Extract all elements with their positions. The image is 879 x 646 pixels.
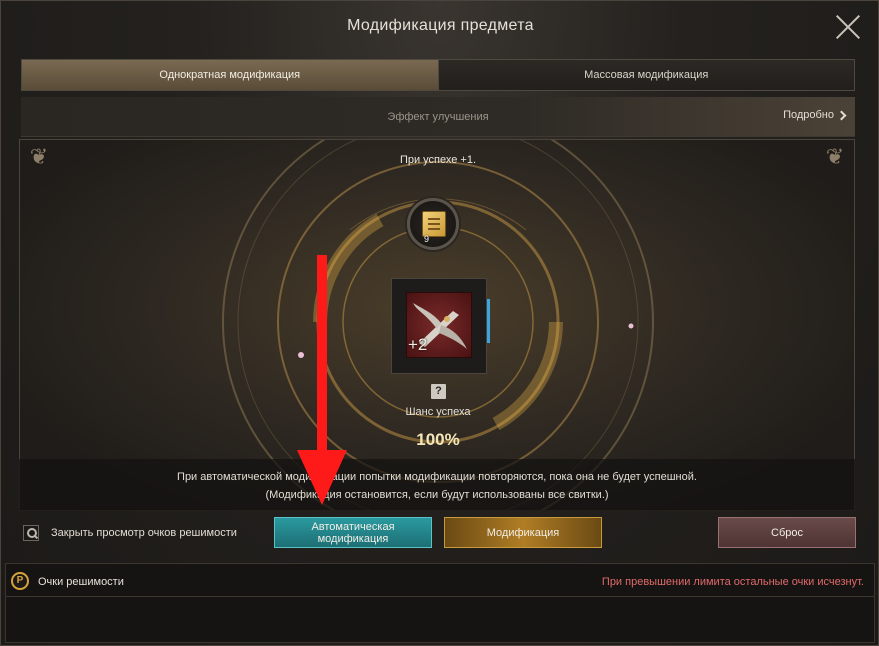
scroll-slot[interactable]: 9	[407, 198, 459, 250]
info-line-2: (Модификация остановится, если будут исп…	[265, 489, 609, 501]
limit-warning: При превышении лимита остальные очки исч…	[601, 576, 864, 588]
view-points-toggle[interactable]	[23, 525, 39, 541]
title-bar: Модификация предмета	[1, 1, 879, 51]
panel-divider	[6, 596, 874, 597]
view-points-toggle-label: Закрыть просмотр очков решимости	[51, 527, 237, 539]
success-chance-value: 100%	[416, 430, 460, 449]
item-slot-indicator	[487, 299, 490, 343]
modification-button[interactable]: Модификация	[444, 517, 602, 548]
auto-modification-button[interactable]: Автоматическая модификация	[274, 517, 432, 548]
tab-mass-modification[interactable]: Массовая модификация	[437, 60, 854, 90]
tab-single-modification[interactable]: Однократная модификация	[22, 60, 438, 90]
item-enhance-level: +2	[408, 335, 428, 354]
success-bonus-text: При успехе +1.	[399, 154, 477, 166]
item-slot[interactable]: +2	[391, 278, 490, 374]
details-link[interactable]: Подробно	[783, 109, 847, 121]
upgrade-effect-bar: Эффект улучшения Подробно	[21, 97, 855, 137]
scroll-count: 9	[424, 234, 430, 244]
resolve-points-label: Очки решимости	[38, 576, 124, 588]
resolve-points-panel: P Очки решимости При превышении лимита о…	[5, 563, 875, 643]
resolve-points-icon: P	[11, 572, 29, 590]
chevron-right-icon	[836, 110, 847, 120]
window-title: Модификация предмета	[347, 17, 534, 34]
close-icon[interactable]	[834, 13, 862, 41]
action-controls: Закрыть просмотр очков решимости Автомат…	[1, 515, 879, 551]
upgrade-effect-label: Эффект улучшения	[387, 111, 489, 123]
modification-window: Модификация предмета Однократная модифик…	[0, 0, 879, 646]
modification-arena: ❦ ❦ При успехе +1. 9 +2 ? Шанс успеха 10…	[19, 139, 855, 511]
details-label: Подробно	[783, 109, 834, 121]
info-line-1: При автоматической модификации попытки м…	[177, 471, 697, 483]
mode-tabs: Однократная модификация Массовая модифик…	[21, 59, 855, 91]
success-chance-label: Шанс успеха	[405, 406, 471, 418]
reset-button[interactable]: Сброс	[718, 517, 856, 548]
help-icon[interactable]: ?	[431, 384, 446, 399]
auto-modification-info: При автоматической модификации попытки м…	[19, 459, 855, 511]
